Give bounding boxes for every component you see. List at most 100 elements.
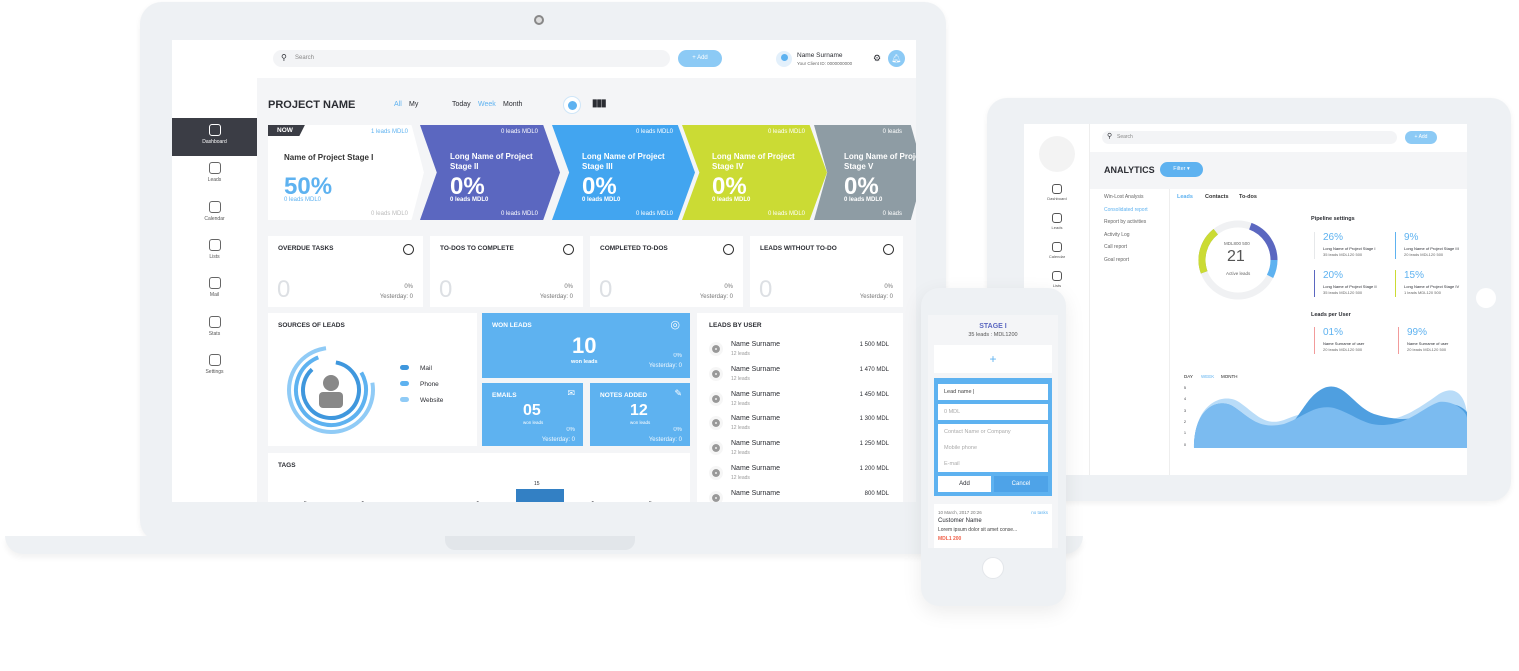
stage-4[interactable]: 0 leads MDL0 Long Name of Project Stage I… <box>682 125 827 220</box>
sidebar-item-calendar[interactable]: Calendar <box>172 195 257 233</box>
columns-view-icon[interactable]: ▮▮▮ <box>592 98 606 109</box>
tab-contacts[interactable]: Contacts <box>1205 194 1229 200</box>
list-item[interactable]: Name Surname 12 leads 1 300 MDL <box>709 414 889 438</box>
legend-item: Mail <box>400 365 432 372</box>
add-button[interactable]: + Add <box>678 50 722 67</box>
form-add-button[interactable]: Add <box>938 476 991 492</box>
card-title: EMAILS <box>492 392 517 399</box>
form-cancel-button[interactable]: Cancel <box>994 476 1048 492</box>
tablet-sidebar-item-dashboard[interactable]: Dashboard <box>1024 184 1090 201</box>
label: Leads <box>1051 225 1063 230</box>
lead-name-input[interactable]: Lead name | <box>938 384 1048 400</box>
list-item[interactable]: Name Surname 12 leads 1 450 MDL <box>709 390 889 414</box>
bell-icon[interactable]: 🔔︎ <box>888 50 905 67</box>
report-menu-item[interactable]: Report by activities <box>1104 219 1146 225</box>
add-lead-button[interactable]: + <box>934 345 1052 373</box>
report-menu-item[interactable]: Win-Lost Analysis <box>1104 194 1143 200</box>
page-title: PROJECT NAME <box>268 99 356 111</box>
sidebar-item-settings[interactable]: Settings <box>172 348 257 386</box>
filter-button[interactable]: Filter ▾ <box>1160 162 1203 177</box>
sidebar-item-stats[interactable]: Stats <box>172 310 257 348</box>
range-day[interactable]: DAY <box>1184 374 1193 379</box>
stage-top-count: 0 leads MDL0 <box>635 129 673 135</box>
stat-item: 20% Long Name of Project Stage II 35 leads… <box>1314 270 1377 297</box>
emails-value: 05 <box>523 402 541 419</box>
contact-input[interactable]: Contact Name or Company <box>938 424 1048 440</box>
stage-bottom-count: 0 leads MDL0 <box>500 211 538 217</box>
phone-home-button[interactable] <box>982 557 1004 579</box>
legend-label: Mail <box>420 365 432 372</box>
email-input[interactable]: E-mail <box>938 456 1048 472</box>
spinner-icon <box>563 244 574 255</box>
sidebar-item-label: Leads <box>207 177 222 184</box>
stage-1[interactable]: NOW 1 leads MDL0 Name of Project Stage I 50… <box>268 125 424 220</box>
stage-bottom-count: 0 leads MDL0 <box>635 211 673 217</box>
sidebar-item-mail[interactable]: Mail <box>172 271 257 309</box>
tablet-sidebar-item-lists[interactable]: Lists <box>1024 271 1090 288</box>
stat-item: 15% Long Name of Project Stage IV 1 leads … <box>1395 270 1459 297</box>
stat-percent: 15% <box>1404 270 1425 281</box>
tablet-sidebar-item-leads[interactable]: Leads <box>1024 213 1090 230</box>
lead-value: 800 MDL <box>864 490 889 497</box>
report-menu-item[interactable]: Activity Log <box>1104 232 1130 238</box>
home-icon <box>208 124 221 136</box>
report-menu-item[interactable]: Call report <box>1104 244 1127 250</box>
calendar-icon <box>1052 242 1062 252</box>
mobile-input[interactable]: Mobile phone <box>938 440 1048 456</box>
stat-yesterday: Yesterday: 0 <box>699 294 733 300</box>
search-input[interactable]: ⚲ Search <box>273 50 670 67</box>
range-week[interactable]: WEEK <box>1201 374 1214 379</box>
stage-name: Long Name of Project Stage V <box>844 152 916 171</box>
tag-bar[interactable] <box>516 489 564 502</box>
amount-input[interactable]: 0 MDL <box>938 404 1048 420</box>
avatar[interactable] <box>776 51 792 67</box>
stage-2[interactable]: 0 leads MDL0 Long Name of Project Stage I… <box>420 125 560 220</box>
pie-view-icon[interactable] <box>563 96 581 114</box>
list-item[interactable]: Name Surname 800 MDL <box>709 489 889 502</box>
filter-my[interactable]: My <box>409 101 418 108</box>
gear-icon[interactable]: ⚙ <box>873 53 881 64</box>
range-today[interactable]: Today <box>452 101 471 108</box>
stage-3[interactable]: 0 leads MDL0 Long Name of Project Stage I… <box>552 125 695 220</box>
report-menu-item[interactable]: Consolidated report <box>1104 207 1148 213</box>
stat-percent: 0% <box>724 284 733 290</box>
add-button[interactable]: + Add <box>1405 131 1437 144</box>
lead-card[interactable]: 10 March, 2017 20:26 no tasks Customer N… <box>934 504 1052 548</box>
tab-leads[interactable]: Leads <box>1177 194 1193 200</box>
stat-percent: 99% <box>1407 327 1428 338</box>
won-value: 10 <box>572 333 597 358</box>
mail-icon <box>208 277 221 290</box>
list-item[interactable]: Name Surname 12 leads 1 200 MDL <box>709 464 889 488</box>
tablet-home-button[interactable] <box>1476 288 1496 308</box>
stat-sub: 1 leads MDL120 500 <box>1404 290 1441 295</box>
filter-all[interactable]: All <box>394 101 402 108</box>
stage-5[interactable]: 0 leadsLong Name of Project Stage V0%0 l… <box>814 125 916 220</box>
sidebar-item-label: Dashboard <box>202 139 227 145</box>
range-month[interactable]: MONTH <box>1221 374 1238 379</box>
sidebar-item-lists[interactable]: Lists <box>172 233 257 271</box>
report-menu-item[interactable]: Goal report <box>1104 257 1129 263</box>
search-input[interactable]: ⚲ Search <box>1102 131 1397 144</box>
stage-top-count: 1 leads MDL0 <box>370 129 408 135</box>
list-item[interactable]: Name Surname 12 leads 1 500 MDL <box>709 340 889 364</box>
sidebar-item-dashboard[interactable]: Dashboard <box>172 118 257 156</box>
list-item[interactable]: Name Surname 12 leads 1 250 MDL <box>709 439 889 463</box>
stat-yesterday: Yesterday: 0 <box>859 294 893 300</box>
sidebar-item-label: Stats <box>208 330 221 337</box>
sidebar-item-leads[interactable]: Leads <box>172 156 257 194</box>
stat-name: Long Name of Project Stage II <box>1323 284 1377 289</box>
check-circle-icon <box>723 244 734 255</box>
won-sub: won leads <box>571 359 598 365</box>
user-name: Name Surname <box>731 440 781 448</box>
stat-percent: 9% <box>1404 232 1419 243</box>
tab-to-dos[interactable]: To-dos <box>1239 194 1257 200</box>
range-month[interactable]: Month <box>503 101 522 108</box>
stage-name: Long Name of Project Stage II <box>450 152 533 171</box>
range-week[interactable]: Week <box>478 101 496 108</box>
stat-name: Long Name of Project Stage I <box>1323 246 1376 251</box>
list-item[interactable]: Name Surname 12 leads 1 470 MDL <box>709 365 889 389</box>
card-date: 10 March, 2017 20:26 <box>938 510 982 515</box>
lead-count: 12 leads <box>731 425 750 432</box>
donut-label: Active leads <box>1226 271 1251 276</box>
tablet-sidebar-item-calendar[interactable]: Calendar <box>1024 242 1090 259</box>
